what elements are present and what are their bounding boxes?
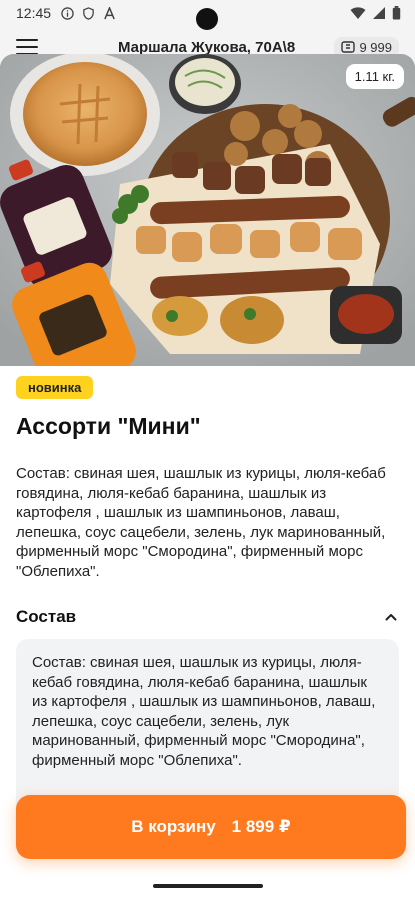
font-a-icon	[104, 6, 115, 19]
new-tag: новинка	[16, 376, 94, 399]
product-description: Состав: свиная шея, шашлык из курицы, лю…	[16, 465, 386, 580]
wallet-icon	[341, 41, 356, 53]
product-title: Ассорти "Мини"	[16, 413, 201, 439]
home-indicator[interactable]	[153, 884, 263, 888]
cart-button-price: 1 899 ₽	[231, 817, 291, 836]
system-icons	[350, 6, 401, 20]
composition-header[interactable]: Состав	[16, 607, 399, 627]
wallet-amount: 9 999	[359, 39, 392, 55]
weight-badge: 1.11 кг.	[345, 64, 404, 89]
food-photo	[0, 54, 415, 366]
wifi-icon	[350, 7, 366, 19]
composition-card: Состав: свиная шея, шашлык из курицы, лю…	[16, 639, 399, 819]
status-time: 12:45	[16, 5, 52, 21]
cart-button-label: В корзину	[131, 817, 216, 836]
shield-icon	[83, 6, 94, 20]
product-sheet: 1.11 кг. новинка Ассорти "Мини" Состав: …	[0, 54, 415, 900]
battery-icon	[392, 6, 401, 20]
camera-cutout	[196, 8, 218, 30]
menu-icon[interactable]	[16, 39, 38, 55]
signal-icon	[373, 7, 385, 19]
product-image: 1.11 кг.	[0, 54, 415, 366]
add-to-cart-button[interactable]: В корзину 1 899 ₽	[16, 795, 406, 859]
delivery-address[interactable]: Маршала Жукова, 70А\8	[118, 39, 295, 56]
info-icon	[61, 6, 74, 20]
composition-title: Состав	[16, 607, 77, 626]
composition-text: Состав: свиная шея, шашлык из курицы, лю…	[32, 654, 376, 769]
notification-icons	[61, 6, 116, 20]
chevron-up-icon[interactable]	[383, 609, 399, 625]
status-bar: 12:45	[0, 0, 415, 30]
